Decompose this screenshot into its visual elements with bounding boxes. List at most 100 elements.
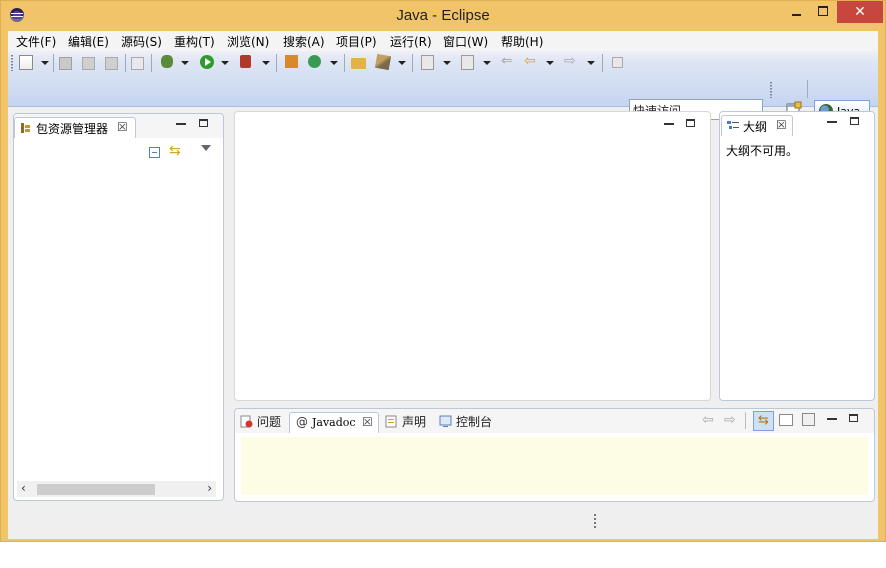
tab-problems[interactable]: 问题 — [240, 413, 281, 430]
panel-separator — [745, 412, 746, 429]
pin-editor-icon[interactable] — [612, 57, 623, 68]
declaration-icon — [385, 415, 398, 428]
link-with-selection-icon[interactable]: ⇆ — [753, 411, 774, 431]
toolbar-grip[interactable] — [11, 55, 13, 71]
menu-help[interactable]: 帮助(H) — [501, 33, 543, 50]
toolbar-separator — [151, 54, 152, 72]
open-folder-icon[interactable] — [351, 58, 366, 69]
open-external-icon[interactable] — [802, 413, 815, 426]
back-icon[interactable]: ⇦ — [524, 54, 538, 68]
outline-tabstrip: 大纲 ☒ — [720, 112, 874, 136]
toolbar-separator — [53, 54, 54, 72]
status-bar-grip[interactable] — [594, 514, 596, 530]
pencil-icon[interactable] — [374, 53, 392, 71]
pencil-dropdown-arrow[interactable] — [398, 61, 406, 65]
minimize-button[interactable] — [781, 1, 811, 23]
package-explorer-icon — [20, 122, 32, 134]
workbench: 文件(F) 编辑(E) 源码(S) 重构(T) 浏览(N) 搜索(A) 项目(P… — [8, 31, 878, 539]
menu-run[interactable]: 运行(R) — [390, 33, 432, 50]
package-explorer-view: 包资源管理器 ☒ ⇆ ‹ › — [13, 113, 224, 501]
tab-declaration[interactable]: 声明 — [385, 413, 426, 430]
status-bar — [8, 509, 878, 539]
external-tools-dropdown-arrow[interactable] — [262, 61, 270, 65]
close-icon[interactable]: ☒ — [362, 415, 373, 429]
scroll-left-icon[interactable]: ‹ — [21, 481, 26, 495]
problems-icon — [240, 415, 253, 428]
horizontal-scrollbar[interactable]: ‹ › — [17, 481, 216, 497]
minimize-editor-button[interactable] — [664, 123, 674, 125]
save-all-icon[interactable] — [82, 57, 95, 70]
menu-edit[interactable]: 编辑(E) — [68, 33, 109, 50]
javadoc-content — [241, 437, 868, 495]
view-menu-icon[interactable] — [201, 145, 211, 151]
toolbar-grip[interactable] — [770, 82, 772, 98]
forward-icon[interactable]: ⇨ — [564, 54, 578, 68]
open-input-icon[interactable] — [779, 414, 793, 426]
toolbar-separator — [807, 80, 808, 98]
run-icon[interactable] — [200, 55, 214, 69]
debug-dropdown-arrow[interactable] — [181, 61, 189, 65]
new-class-dropdown-arrow[interactable] — [330, 61, 338, 65]
menu-navigate[interactable]: 浏览(N) — [227, 33, 269, 50]
menu-file[interactable]: 文件(F) — [16, 33, 56, 50]
maximize-editor-button[interactable] — [686, 119, 695, 127]
minimize-view-button[interactable] — [827, 121, 837, 123]
maximize-view-button[interactable] — [850, 117, 859, 125]
outline-title: 大纲 — [743, 120, 768, 134]
tab-problems-label: 问题 — [257, 415, 282, 429]
last-edit-location-icon[interactable]: ⇐ — [501, 54, 515, 68]
previous-annotation-dropdown-arrow[interactable] — [483, 61, 491, 65]
tab-declaration-label: 声明 — [402, 415, 427, 429]
tab-package-explorer[interactable]: 包资源管理器 ☒ — [14, 117, 136, 138]
save-icon[interactable] — [59, 57, 72, 70]
forward-icon[interactable]: ⇨ — [724, 412, 736, 428]
new-dropdown-arrow[interactable] — [41, 61, 49, 65]
forward-dropdown-arrow[interactable] — [587, 61, 595, 65]
new-file-icon[interactable] — [19, 55, 33, 70]
menu-refactor[interactable]: 重构(T) — [174, 33, 215, 50]
print-icon[interactable] — [105, 57, 118, 70]
skip-breakpoints-icon[interactable] — [131, 57, 144, 70]
tab-outline[interactable]: 大纲 ☒ — [721, 115, 793, 136]
eclipse-window: Java - Eclipse ✕ 文件(F) 编辑(E) 源码(S) 重构(T)… — [0, 0, 886, 542]
outline-icon — [727, 120, 739, 132]
external-tools-icon[interactable] — [240, 55, 251, 68]
next-annotation-dropdown-arrow[interactable] — [443, 61, 451, 65]
close-button[interactable]: ✕ — [837, 1, 883, 23]
toolbar-separator — [602, 54, 603, 72]
minimize-view-button[interactable] — [176, 123, 186, 125]
menu-source[interactable]: 源码(S) — [121, 33, 162, 50]
menu-window[interactable]: 窗口(W) — [443, 33, 488, 50]
debug-icon[interactable] — [161, 55, 173, 68]
run-dropdown-arrow[interactable] — [221, 61, 229, 65]
new-class-icon[interactable] — [308, 55, 321, 68]
back-dropdown-arrow[interactable] — [546, 61, 554, 65]
close-icon[interactable]: ☒ — [776, 118, 787, 132]
collapse-all-icon[interactable] — [149, 147, 160, 158]
menu-search[interactable]: 搜索(A) — [283, 33, 325, 50]
javadoc-icon: @ — [296, 415, 308, 429]
toolbar-separator — [344, 54, 345, 72]
close-icon[interactable]: ☒ — [117, 120, 128, 134]
maximize-view-button[interactable] — [849, 414, 858, 422]
maximize-view-button[interactable] — [199, 119, 208, 127]
link-with-editor-icon[interactable]: ⇆ — [169, 143, 181, 159]
outline-message: 大纲不可用。 — [726, 144, 799, 158]
scrollbar-thumb[interactable] — [37, 484, 155, 495]
bottom-panel: 问题 @ Javadoc ☒ 声明 控制台 ⇦ ⇨ ⇆ — [234, 408, 875, 502]
package-explorer-title: 包资源管理器 — [36, 122, 109, 136]
scroll-right-icon[interactable]: › — [207, 481, 212, 495]
title-bar[interactable]: Java - Eclipse ✕ — [1, 1, 885, 31]
maximize-button[interactable] — [809, 1, 837, 23]
package-explorer-tabstrip: 包资源管理器 ☒ — [14, 114, 223, 138]
minimize-view-button[interactable] — [827, 418, 837, 420]
menu-project[interactable]: 项目(P) — [336, 33, 377, 50]
new-package-icon[interactable] — [285, 55, 298, 68]
editor-area[interactable] — [234, 111, 711, 401]
tab-javadoc[interactable]: @ Javadoc ☒ — [289, 412, 379, 433]
next-annotation-icon[interactable] — [421, 55, 434, 70]
tab-console[interactable]: 控制台 — [439, 413, 492, 430]
previous-annotation-icon[interactable] — [461, 55, 474, 70]
menu-bar: 文件(F) 编辑(E) 源码(S) 重构(T) 浏览(N) 搜索(A) 项目(P… — [8, 31, 878, 51]
back-icon[interactable]: ⇦ — [702, 412, 714, 428]
